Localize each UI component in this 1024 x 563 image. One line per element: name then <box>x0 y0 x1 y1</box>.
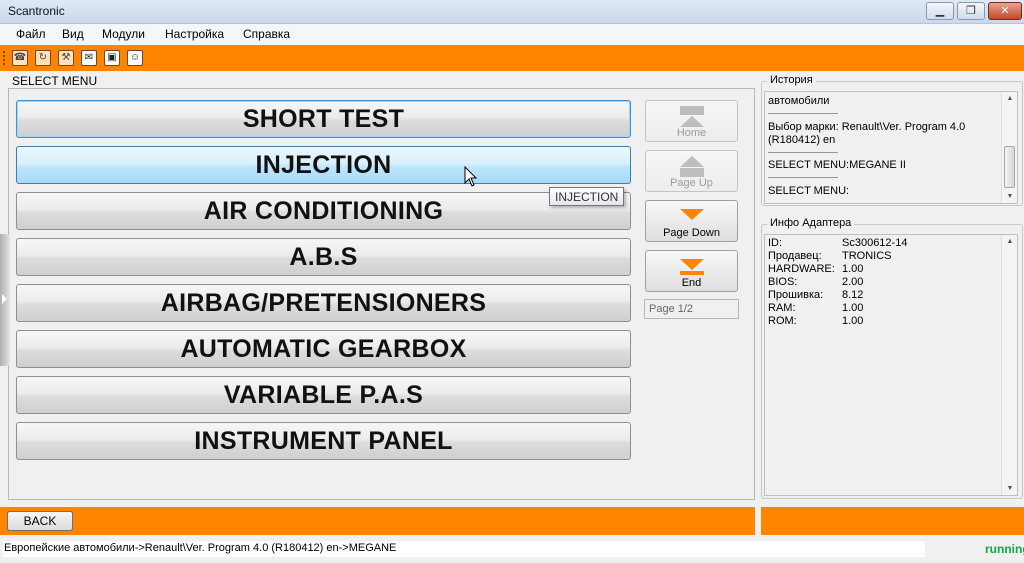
history-separator: ----------------------------------- <box>768 150 838 156</box>
menu-button-air-conditioning[interactable]: AIR CONDITIONING <box>16 192 631 230</box>
camera-icon[interactable]: ▣ <box>104 50 120 66</box>
status-path: Европейские автомобили->Renault\Ver. Pro… <box>3 541 925 557</box>
end-label: End <box>681 277 702 289</box>
info-key: ROM: <box>768 315 797 327</box>
page-down-label: Page Down <box>663 227 720 239</box>
side-panel-toggle[interactable] <box>0 234 10 366</box>
history-line: SELECT MENU:MEGANE II <box>768 159 906 171</box>
info-value: 1.00 <box>842 302 864 314</box>
adapter-info-scrollbar[interactable]: ▲ ▼ <box>1001 235 1017 495</box>
adapter-info-title: Инфо Адаптера <box>767 217 855 229</box>
page-up-label: Page Up <box>670 177 713 189</box>
page-down-button[interactable]: Page Down <box>645 200 738 242</box>
menu-settings[interactable]: Настройка <box>165 27 224 41</box>
refresh-icon[interactable]: ↻ <box>35 50 51 66</box>
scroll-up-icon[interactable]: ▲ <box>1002 95 1017 102</box>
page-up-icon <box>680 156 704 178</box>
info-value: TRONICS <box>842 250 892 262</box>
info-key: HARDWARE: <box>768 263 835 275</box>
menu-button-variable-pas[interactable]: VARIABLE P.A.S <box>16 376 631 414</box>
tools-icon[interactable]: ⚒ <box>58 50 74 66</box>
history-line: автомобили <box>768 95 830 107</box>
info-key: ID: <box>768 237 783 249</box>
toolbar: ☎ ↻ ⚒ ✉ ▣ ☺ <box>0 45 1024 71</box>
scroll-up-icon[interactable]: ▲ <box>1002 238 1017 245</box>
menu-modules[interactable]: Модули <box>102 27 145 41</box>
mail-icon[interactable]: ✉ <box>81 50 97 66</box>
window-title: Scantronic <box>8 4 65 18</box>
history-line: Выбор марки: Renault\Ver. Program 4.0 <box>768 121 966 133</box>
bottom-bar-right <box>761 507 1024 535</box>
history-line: SELECT MENU: <box>768 185 850 197</box>
scroll-down-icon[interactable]: ▼ <box>1002 485 1017 492</box>
connection-status: running <box>985 542 1024 556</box>
menu-button-automatic-gearbox[interactable]: AUTOMATIC GEARBOX <box>16 330 631 368</box>
close-button[interactable]: ✕ <box>988 2 1022 20</box>
page-up-button[interactable]: Page Up <box>645 150 738 192</box>
menu-button-injection[interactable]: INJECTION <box>16 146 631 184</box>
info-value: 8.12 <box>842 289 864 301</box>
info-key: Продавец: <box>768 250 822 262</box>
menu-help[interactable]: Справка <box>243 27 290 41</box>
menu-button-short-test[interactable]: SHORT TEST <box>16 100 631 138</box>
tooltip: INJECTION <box>549 187 625 206</box>
info-value: 2.00 <box>842 276 864 288</box>
info-key: RAM: <box>768 302 796 314</box>
menu-bar: Файл Вид Модули Настройка Справка <box>0 24 1024 45</box>
bottom-bar-left <box>0 507 755 535</box>
face-icon[interactable]: ☺ <box>127 50 143 66</box>
history-separator: ----------------------------------- <box>768 175 838 181</box>
scroll-down-icon[interactable]: ▼ <box>1002 193 1017 200</box>
page-indicator: Page 1/2 <box>644 299 739 319</box>
menu-button-airbag[interactable]: AIRBAG/PRETENSIONERS <box>16 284 631 322</box>
info-value: 1.00 <box>842 263 864 275</box>
info-key: Прошивка: <box>768 289 824 301</box>
history-title: История <box>767 74 816 86</box>
menu-button-abs[interactable]: A.B.S <box>16 238 631 276</box>
mouse-cursor-icon <box>464 166 478 187</box>
info-key: BIOS: <box>768 276 798 288</box>
home-icon <box>680 106 704 128</box>
info-value: Sc300612-14 <box>842 237 908 249</box>
history-scrollbar[interactable]: ▲ ▼ <box>1001 92 1017 203</box>
home-label: Home <box>676 127 707 139</box>
title-bar: Scantronic ▁ ❐ ✕ <box>0 0 1024 24</box>
history-separator: ----------------------------------- <box>768 111 838 117</box>
adapter-info-list[interactable]: ID: Sc300612-14 Продавец: TRONICS HARDWA… <box>764 234 1018 496</box>
info-value: 1.00 <box>842 315 864 327</box>
menu-button-instrument-panel[interactable]: INSTRUMENT PANEL <box>16 422 631 460</box>
minimize-icon: ▁ <box>935 5 945 17</box>
restore-icon: ❐ <box>966 5 976 17</box>
close-icon: ✕ <box>1000 5 1010 17</box>
end-button[interactable]: End <box>645 250 738 292</box>
expand-arrow-icon <box>2 294 7 304</box>
status-bar: Европейские автомобили->Renault\Ver. Pro… <box>0 539 1024 563</box>
history-list[interactable]: автомобили -----------------------------… <box>764 91 1018 204</box>
menu-view[interactable]: Вид <box>62 27 84 41</box>
home-button[interactable]: Home <box>645 100 738 142</box>
phone-icon[interactable]: ☎ <box>12 50 28 66</box>
minimize-button[interactable]: ▁ <box>926 2 954 20</box>
history-scroll-thumb[interactable] <box>1004 146 1015 188</box>
maximize-button[interactable]: ❐ <box>957 2 985 20</box>
history-line: (R180412) en <box>768 134 836 146</box>
toolbar-grip[interactable] <box>3 51 5 65</box>
select-menu-label: SELECT MENU <box>12 74 98 88</box>
back-button[interactable]: BACK <box>7 511 73 531</box>
menu-file[interactable]: Файл <box>16 27 46 41</box>
